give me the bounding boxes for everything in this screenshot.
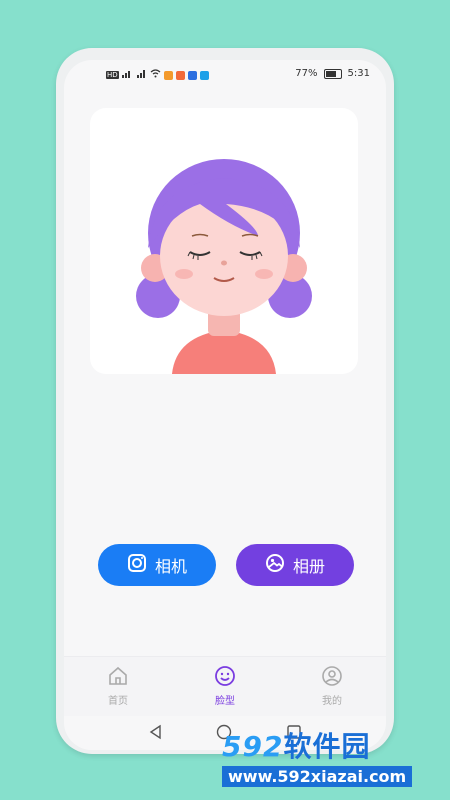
tab-profile-label: 我的 <box>322 696 342 707</box>
watermark-url: www.592xiazai.com <box>222 766 413 787</box>
status-bar: HD 77% 5:31 <box>64 60 386 88</box>
app-screen: HD 77% 5:31 相机 相册 首页 脸型 我的 <box>64 60 386 750</box>
search-app-icon <box>199 70 209 80</box>
shield-icon <box>187 70 197 80</box>
tab-home-label: 首页 <box>108 696 128 707</box>
tab-home[interactable]: 首页 <box>88 665 148 707</box>
gallery-icon <box>265 553 285 577</box>
smiley-icon <box>214 665 236 690</box>
watermark-brand-text: 软件园 <box>283 730 371 763</box>
album-button-label: 相册 <box>292 557 325 576</box>
status-icons-left: HD <box>106 69 209 81</box>
phone-frame: HD 77% 5:31 相机 相册 首页 脸型 我的 <box>56 48 394 754</box>
status-icons-right: 77% 5:31 <box>295 68 370 79</box>
tab-face-shape[interactable]: 脸型 <box>195 665 255 707</box>
watermark-logo: 592软件园 <box>222 725 412 765</box>
clock: 5:31 <box>347 68 370 79</box>
album-button[interactable]: 相册 <box>236 544 354 586</box>
camera-icon <box>127 553 147 577</box>
tab-profile[interactable]: 我的 <box>302 665 362 707</box>
camera-button-label: 相机 <box>154 557 187 576</box>
app-notification-icon <box>175 70 185 80</box>
user-icon <box>321 665 343 690</box>
site-watermark: 592软件园 www.592xiazai.com <box>222 725 413 787</box>
bottom-tab-bar: 首页 脸型 我的 <box>64 656 386 717</box>
hd-icon: HD <box>106 71 119 79</box>
face-preview-card <box>90 108 358 374</box>
battery-icon <box>323 68 342 79</box>
watermark-number: 592 <box>222 730 284 763</box>
wifi-icon <box>150 69 161 81</box>
camera-button[interactable]: 相机 <box>98 544 216 586</box>
home-icon <box>107 665 129 690</box>
signal-4g-icon <box>135 69 147 81</box>
battery-percent: 77% <box>295 68 318 79</box>
signal-icon <box>121 69 132 81</box>
back-nav-icon[interactable] <box>148 724 164 744</box>
girl-face-illustration <box>136 159 312 374</box>
tab-face-shape-label: 脸型 <box>215 696 235 707</box>
app-notification-icon <box>163 70 173 80</box>
